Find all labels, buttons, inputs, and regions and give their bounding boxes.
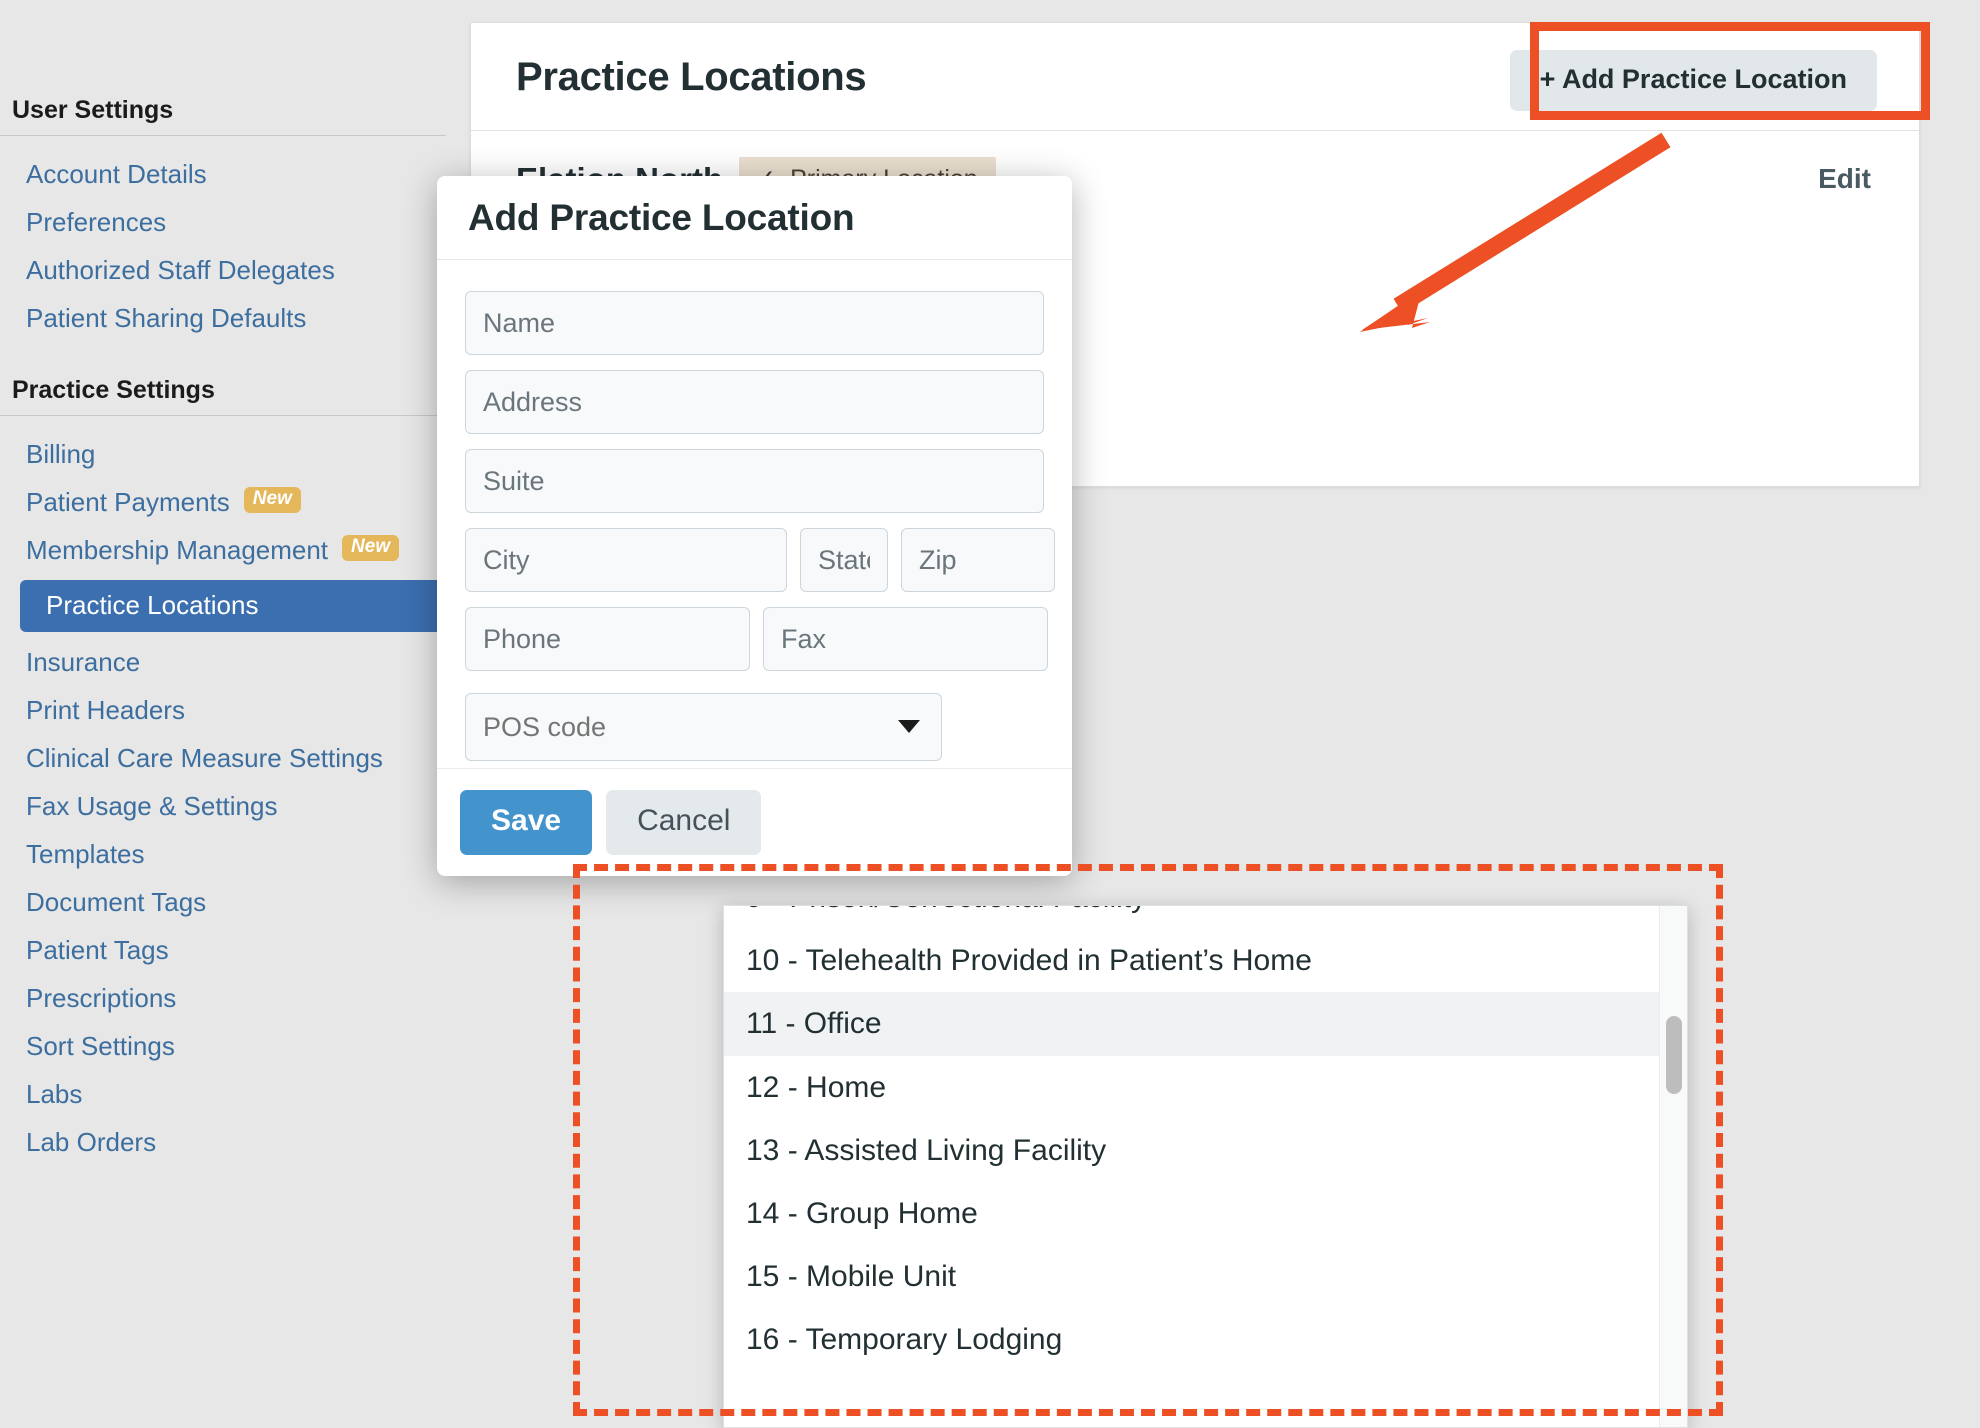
sidebar-item-print-headers[interactable]: Print Headers (0, 694, 470, 726)
phone-fax-row (465, 607, 1048, 686)
save-button[interactable]: Save (460, 790, 593, 855)
sidebar-item-label[interactable]: Lab Orders (0, 1126, 156, 1158)
modal-body (437, 260, 1072, 761)
new-badge: New (243, 487, 301, 513)
sidebar-item-label[interactable]: Authorized Staff Delegates (0, 254, 335, 286)
sidebar-item-templates[interactable]: Templates (0, 838, 470, 870)
sidebar-item-preferences[interactable]: Preferences (0, 206, 470, 238)
sidebar-section-title-user-settings: User Settings (0, 96, 446, 136)
city-input[interactable] (465, 528, 787, 592)
edit-location-link[interactable]: Edit (1818, 163, 1871, 195)
sidebar-item-label[interactable]: Labs (0, 1078, 82, 1110)
dropdown-option[interactable]: 15 - Mobile Unit (724, 1245, 1664, 1308)
sidebar-item-account-details[interactable]: Account Details (0, 158, 470, 190)
settings-sidebar: User Settings Account Details Preference… (0, 0, 470, 1428)
add-practice-location-button[interactable]: + Add Practice Location (1509, 50, 1877, 111)
modal-footer: Save Cancel (437, 768, 1072, 876)
cancel-button[interactable]: Cancel (606, 790, 762, 855)
sidebar-item-authorized-staff-delegates[interactable]: Authorized Staff Delegates (0, 254, 470, 286)
dropdown-option[interactable]: 9 - Prison/Correctional Facility (724, 906, 1664, 929)
dropdown-scrollbar-track[interactable] (1659, 906, 1687, 1427)
sidebar-item-sort-settings[interactable]: Sort Settings (0, 1030, 470, 1062)
pos-code-select-wrapper (465, 693, 942, 761)
sidebar-item-label[interactable]: Patient Sharing Defaults (0, 302, 306, 334)
dropdown-option[interactable]: 12 - Home (724, 1056, 1664, 1119)
dropdown-option[interactable]: 16 - Temporary Lodging (724, 1308, 1664, 1371)
dropdown-option[interactable]: 14 - Group Home (724, 1182, 1664, 1245)
sidebar-item-label[interactable]: Billing (0, 438, 95, 470)
sidebar-item-patient-payments[interactable]: Patient Payments New (0, 486, 470, 518)
sidebar-item-insurance[interactable]: Insurance (0, 646, 470, 678)
sidebar-item-prescriptions[interactable]: Prescriptions (0, 982, 470, 1014)
sidebar-item-label[interactable]: Patient Payments (0, 486, 230, 518)
modal-header: Add Practice Location (437, 176, 1072, 260)
dropdown-option[interactable]: 13 - Assisted Living Facility (724, 1119, 1664, 1182)
panel-header: Practice Locations + Add Practice Locati… (471, 23, 1919, 131)
modal-title: Add Practice Location (468, 196, 855, 238)
sidebar-item-fax-usage-settings[interactable]: Fax Usage & Settings (0, 790, 470, 822)
sidebar-item-label[interactable]: Preferences (0, 206, 166, 238)
sidebar-item-label[interactable]: Practice Locations (40, 589, 258, 621)
pos-code-select[interactable] (465, 693, 942, 761)
sidebar-item-lab-orders[interactable]: Lab Orders (0, 1126, 470, 1158)
phone-input[interactable] (465, 607, 750, 671)
sidebar-section-title-practice-settings: Practice Settings (0, 376, 446, 416)
sidebar-item-label[interactable]: Document Tags (0, 886, 206, 918)
city-state-zip-row (465, 528, 1055, 607)
dropdown-scrollbar-thumb[interactable] (1666, 1016, 1682, 1094)
sidebar-item-patient-sharing-defaults[interactable]: Patient Sharing Defaults (0, 302, 470, 334)
sidebar-item-practice-locations[interactable]: Practice Locations (20, 580, 450, 632)
sidebar-item-label[interactable]: Sort Settings (0, 1030, 175, 1062)
sidebar-item-label[interactable]: Insurance (0, 646, 140, 678)
sidebar-item-label[interactable]: Templates (0, 838, 145, 870)
dropdown-option[interactable]: 11 - Office (724, 992, 1664, 1056)
pos-code-dropdown-list[interactable]: 9 - Prison/Correctional Facility 10 - Te… (723, 905, 1688, 1428)
sidebar-item-label[interactable]: Membership Management (0, 534, 328, 566)
sidebar-item-patient-tags[interactable]: Patient Tags (0, 934, 470, 966)
suite-input[interactable] (465, 449, 1044, 513)
screen: User Settings Account Details Preference… (0, 0, 1980, 1428)
page-title: Practice Locations (516, 55, 867, 99)
dropdown-option[interactable]: 10 - Telehealth Provided in Patient’s Ho… (724, 929, 1664, 992)
sidebar-item-billing[interactable]: Billing (0, 438, 470, 470)
address-input[interactable] (465, 370, 1044, 434)
sidebar-item-clinical-care-measure-settings[interactable]: Clinical Care Measure Settings (0, 742, 470, 774)
add-practice-location-modal: Add Practice Location Save Cancel (437, 176, 1072, 876)
name-input[interactable] (465, 291, 1044, 355)
dropdown-options: 9 - Prison/Correctional Facility 10 - Te… (724, 906, 1664, 1372)
sidebar-item-label[interactable]: Patient Tags (0, 934, 169, 966)
sidebar-item-label[interactable]: Prescriptions (0, 982, 176, 1014)
state-input[interactable] (800, 528, 888, 592)
sidebar-item-document-tags[interactable]: Document Tags (0, 886, 470, 918)
new-badge: New (342, 535, 400, 561)
sidebar-item-label[interactable]: Account Details (0, 158, 207, 190)
fax-input[interactable] (763, 607, 1048, 671)
sidebar-item-membership-management[interactable]: Membership Management New (0, 534, 470, 566)
sidebar-item-label[interactable]: Print Headers (0, 694, 185, 726)
sidebar-item-label[interactable]: Clinical Care Measure Settings (0, 742, 383, 774)
sidebar-item-labs[interactable]: Labs (0, 1078, 470, 1110)
sidebar-item-label[interactable]: Fax Usage & Settings (0, 790, 277, 822)
zip-input[interactable] (901, 528, 1055, 592)
